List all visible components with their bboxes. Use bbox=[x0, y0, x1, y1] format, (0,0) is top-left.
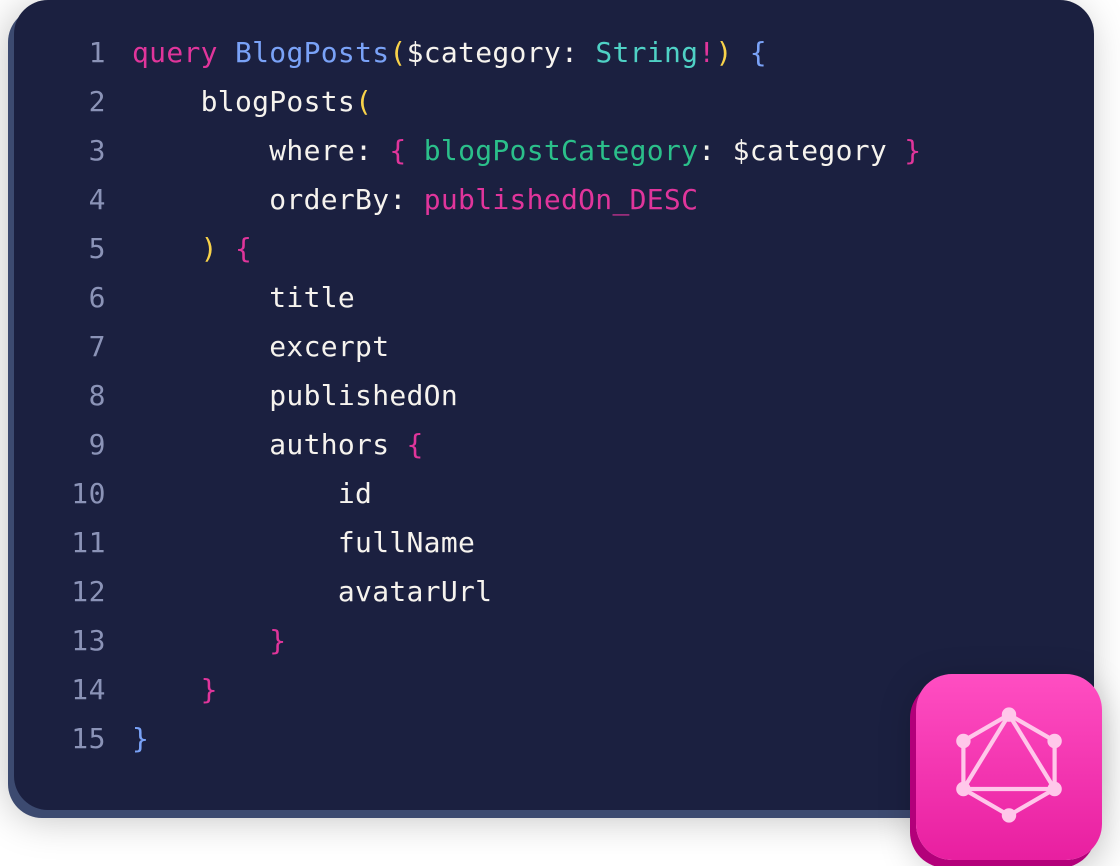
token-brace: { bbox=[235, 232, 252, 265]
graphql-badge bbox=[916, 674, 1102, 860]
token-query-name: BlogPosts bbox=[235, 36, 389, 69]
graphql-icon bbox=[949, 705, 1069, 829]
code-line: 2 blogPosts( bbox=[14, 77, 1094, 126]
token-field: authors bbox=[269, 428, 389, 461]
indent bbox=[132, 428, 269, 461]
token-paren: ) bbox=[201, 232, 218, 265]
code-content: blogPosts( bbox=[132, 77, 1094, 126]
line-number: 14 bbox=[14, 665, 132, 714]
token-type: String bbox=[595, 36, 698, 69]
line-number: 7 bbox=[14, 322, 132, 371]
token-variable: $category bbox=[733, 134, 887, 167]
token-field: excerpt bbox=[269, 330, 389, 363]
indent bbox=[132, 575, 338, 608]
line-number: 11 bbox=[14, 518, 132, 567]
line-number: 4 bbox=[14, 175, 132, 224]
line-number: 8 bbox=[14, 371, 132, 420]
line-number: 12 bbox=[14, 567, 132, 616]
token-arg: where bbox=[269, 134, 355, 167]
token-paren: ( bbox=[389, 36, 406, 69]
token-keyword: query bbox=[132, 36, 218, 69]
token-enum: publishedOn_DESC bbox=[424, 183, 699, 216]
code-line: 7 excerpt bbox=[14, 322, 1094, 371]
code-content: title bbox=[132, 273, 1094, 322]
line-number: 1 bbox=[14, 28, 132, 77]
token-field: publishedOn bbox=[269, 379, 458, 412]
token-bang: ! bbox=[698, 36, 715, 69]
token-field: blogPosts bbox=[201, 85, 355, 118]
token-brace: } bbox=[201, 673, 218, 706]
line-number: 9 bbox=[14, 420, 132, 469]
line-number: 13 bbox=[14, 616, 132, 665]
line-number: 3 bbox=[14, 126, 132, 175]
token-variable: $category bbox=[407, 36, 561, 69]
code-content: fullName bbox=[132, 518, 1094, 567]
indent bbox=[132, 281, 269, 314]
code-line: 11 fullName bbox=[14, 518, 1094, 567]
code-content: ) { bbox=[132, 224, 1094, 273]
token-brace: } bbox=[132, 722, 149, 755]
line-number: 15 bbox=[14, 714, 132, 763]
code-content: orderBy: publishedOn_DESC bbox=[132, 175, 1094, 224]
token-colon: : bbox=[561, 36, 578, 69]
code-content: avatarUrl bbox=[132, 567, 1094, 616]
indent bbox=[132, 379, 269, 412]
token-paren: ( bbox=[355, 85, 372, 118]
token-brace: } bbox=[269, 624, 286, 657]
token-brace: { bbox=[407, 428, 424, 461]
token-brace: { bbox=[750, 36, 767, 69]
token-brace: } bbox=[904, 134, 921, 167]
token-field: title bbox=[269, 281, 355, 314]
code-line: 9 authors { bbox=[14, 420, 1094, 469]
indent bbox=[132, 624, 269, 657]
code-line: 12 avatarUrl bbox=[14, 567, 1094, 616]
code-line: 10 id bbox=[14, 469, 1094, 518]
token-field: id bbox=[338, 477, 372, 510]
line-number: 5 bbox=[14, 224, 132, 273]
indent bbox=[132, 183, 269, 216]
code-line: 4 orderBy: publishedOn_DESC bbox=[14, 175, 1094, 224]
indent bbox=[132, 673, 201, 706]
indent bbox=[132, 232, 201, 265]
token-paren: ) bbox=[715, 36, 732, 69]
indent bbox=[132, 85, 201, 118]
token-field: fullName bbox=[338, 526, 475, 559]
token-colon: : bbox=[698, 134, 715, 167]
token-colon: : bbox=[389, 183, 406, 216]
code-line: 1 query BlogPosts($category: String!) { bbox=[14, 28, 1094, 77]
indent bbox=[132, 330, 269, 363]
code-content: excerpt bbox=[132, 322, 1094, 371]
code-block: 1 query BlogPosts($category: String!) { … bbox=[14, 28, 1094, 763]
token-brace: { bbox=[389, 134, 406, 167]
indent bbox=[132, 526, 338, 559]
token-field: avatarUrl bbox=[338, 575, 492, 608]
code-content: } bbox=[132, 616, 1094, 665]
code-line: 5 ) { bbox=[14, 224, 1094, 273]
code-line: 3 where: { blogPostCategory: $category } bbox=[14, 126, 1094, 175]
indent bbox=[132, 477, 338, 510]
line-number: 10 bbox=[14, 469, 132, 518]
indent bbox=[132, 134, 269, 167]
code-line: 8 publishedOn bbox=[14, 371, 1094, 420]
code-content: id bbox=[132, 469, 1094, 518]
code-line: 13 } bbox=[14, 616, 1094, 665]
token-property: blogPostCategory bbox=[424, 134, 699, 167]
line-number: 2 bbox=[14, 77, 132, 126]
code-content: where: { blogPostCategory: $category } bbox=[132, 126, 1094, 175]
code-line: 6 title bbox=[14, 273, 1094, 322]
token-colon: : bbox=[355, 134, 372, 167]
code-content: authors { bbox=[132, 420, 1094, 469]
token-arg: orderBy bbox=[269, 183, 389, 216]
code-content: query BlogPosts($category: String!) { bbox=[132, 28, 1094, 77]
code-content: publishedOn bbox=[132, 371, 1094, 420]
line-number: 6 bbox=[14, 273, 132, 322]
